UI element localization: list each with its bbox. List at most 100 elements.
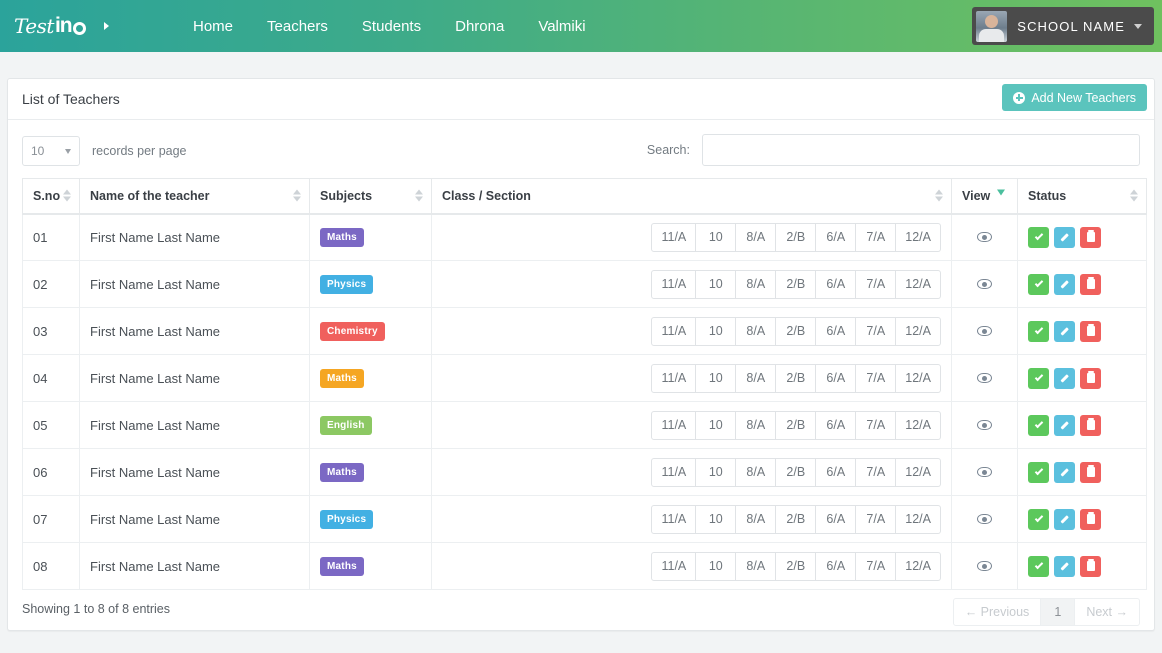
class-chip[interactable]: 10 (696, 364, 736, 393)
eye-icon[interactable] (977, 326, 992, 336)
class-chip[interactable]: 2/B (776, 505, 816, 534)
search-input[interactable] (702, 134, 1140, 166)
class-chip[interactable]: 8/A (736, 552, 776, 581)
class-chip[interactable]: 10 (696, 552, 736, 581)
class-chip[interactable]: 11/A (651, 364, 696, 393)
class-chip[interactable]: 11/A (651, 411, 696, 440)
class-chip[interactable]: 12/A (896, 270, 941, 299)
class-chip[interactable]: 8/A (736, 505, 776, 534)
eye-icon[interactable] (977, 514, 992, 524)
col-header-name[interactable]: Name of the teacher (80, 179, 310, 214)
edit-button[interactable] (1054, 368, 1075, 389)
delete-button[interactable] (1080, 509, 1101, 530)
approve-button[interactable] (1028, 415, 1049, 436)
class-chip[interactable]: 2/B (776, 223, 816, 252)
eye-icon[interactable] (977, 279, 992, 289)
delete-button[interactable] (1080, 274, 1101, 295)
class-chip[interactable]: 10 (696, 411, 736, 440)
class-chip[interactable]: 6/A (816, 458, 856, 487)
user-menu[interactable]: SCHOOL NAME (972, 7, 1154, 45)
delete-button[interactable] (1080, 462, 1101, 483)
edit-button[interactable] (1054, 227, 1075, 248)
pagination-next[interactable]: Next → (1075, 598, 1140, 626)
class-chip[interactable]: 8/A (736, 458, 776, 487)
class-chip[interactable]: 7/A (856, 223, 896, 252)
class-chip[interactable]: 8/A (736, 411, 776, 440)
class-chip[interactable]: 2/B (776, 411, 816, 440)
eye-icon[interactable] (977, 232, 992, 242)
class-chip[interactable]: 7/A (856, 552, 896, 581)
class-chip[interactable]: 11/A (651, 270, 696, 299)
delete-button[interactable] (1080, 227, 1101, 248)
class-chip[interactable]: 7/A (856, 317, 896, 346)
class-chip[interactable]: 11/A (651, 317, 696, 346)
class-chip[interactable]: 2/B (776, 552, 816, 581)
delete-button[interactable] (1080, 556, 1101, 577)
class-chip[interactable]: 10 (696, 223, 736, 252)
delete-button[interactable] (1080, 321, 1101, 342)
pagination-previous[interactable]: ← Previous (953, 598, 1042, 626)
class-chip[interactable]: 6/A (816, 552, 856, 581)
nav-item-dhrona[interactable]: Dhrona (438, 0, 521, 52)
class-chip[interactable]: 10 (696, 270, 736, 299)
class-chip[interactable]: 7/A (856, 364, 896, 393)
class-chip[interactable]: 7/A (856, 270, 896, 299)
class-chip[interactable]: 11/A (651, 505, 696, 534)
delete-button[interactable] (1080, 415, 1101, 436)
edit-button[interactable] (1054, 509, 1075, 530)
add-new-teachers-button[interactable]: Add New Teachers (1002, 84, 1147, 111)
nav-item-valmiki[interactable]: Valmiki (521, 0, 602, 52)
approve-button[interactable] (1028, 227, 1049, 248)
class-chip[interactable]: 12/A (896, 552, 941, 581)
class-chip[interactable]: 2/B (776, 458, 816, 487)
class-chip[interactable]: 10 (696, 458, 736, 487)
class-chip[interactable]: 6/A (816, 505, 856, 534)
class-chip[interactable]: 10 (696, 317, 736, 346)
class-chip[interactable]: 12/A (896, 505, 941, 534)
class-chip[interactable]: 6/A (816, 364, 856, 393)
class-chip[interactable]: 10 (696, 505, 736, 534)
approve-button[interactable] (1028, 509, 1049, 530)
edit-button[interactable] (1054, 415, 1075, 436)
class-chip[interactable]: 2/B (776, 364, 816, 393)
class-chip[interactable]: 12/A (896, 458, 941, 487)
records-per-page-select[interactable]: 10 (22, 136, 80, 166)
class-chip[interactable]: 7/A (856, 458, 896, 487)
class-chip[interactable]: 6/A (816, 223, 856, 252)
approve-button[interactable] (1028, 462, 1049, 483)
approve-button[interactable] (1028, 368, 1049, 389)
edit-button[interactable] (1054, 321, 1075, 342)
approve-button[interactable] (1028, 321, 1049, 342)
col-header-view[interactable]: View (952, 179, 1018, 214)
col-header-status[interactable]: Status (1018, 179, 1147, 214)
col-header-sno[interactable]: S.no (23, 179, 80, 214)
class-chip[interactable]: 6/A (816, 270, 856, 299)
class-chip[interactable]: 12/A (896, 364, 941, 393)
class-chip[interactable]: 11/A (651, 552, 696, 581)
class-chip[interactable]: 8/A (736, 317, 776, 346)
pagination-page-1[interactable]: 1 (1041, 598, 1075, 626)
class-chip[interactable]: 12/A (896, 223, 941, 252)
eye-icon[interactable] (977, 420, 992, 430)
class-chip[interactable]: 6/A (816, 411, 856, 440)
class-chip[interactable]: 8/A (736, 270, 776, 299)
nav-item-home[interactable]: Home (176, 0, 250, 52)
eye-icon[interactable] (977, 561, 992, 571)
nav-item-students[interactable]: Students (345, 0, 438, 52)
col-header-subjects[interactable]: Subjects (310, 179, 432, 214)
delete-button[interactable] (1080, 368, 1101, 389)
class-chip[interactable]: 8/A (736, 364, 776, 393)
class-chip[interactable]: 8/A (736, 223, 776, 252)
eye-icon[interactable] (977, 373, 992, 383)
class-chip[interactable]: 12/A (896, 317, 941, 346)
class-chip[interactable]: 2/B (776, 317, 816, 346)
col-header-class-section[interactable]: Class / Section (432, 179, 952, 214)
class-chip[interactable]: 7/A (856, 505, 896, 534)
edit-button[interactable] (1054, 556, 1075, 577)
approve-button[interactable] (1028, 274, 1049, 295)
class-chip[interactable]: 11/A (651, 458, 696, 487)
class-chip[interactable]: 7/A (856, 411, 896, 440)
edit-button[interactable] (1054, 462, 1075, 483)
class-chip[interactable]: 12/A (896, 411, 941, 440)
edit-button[interactable] (1054, 274, 1075, 295)
